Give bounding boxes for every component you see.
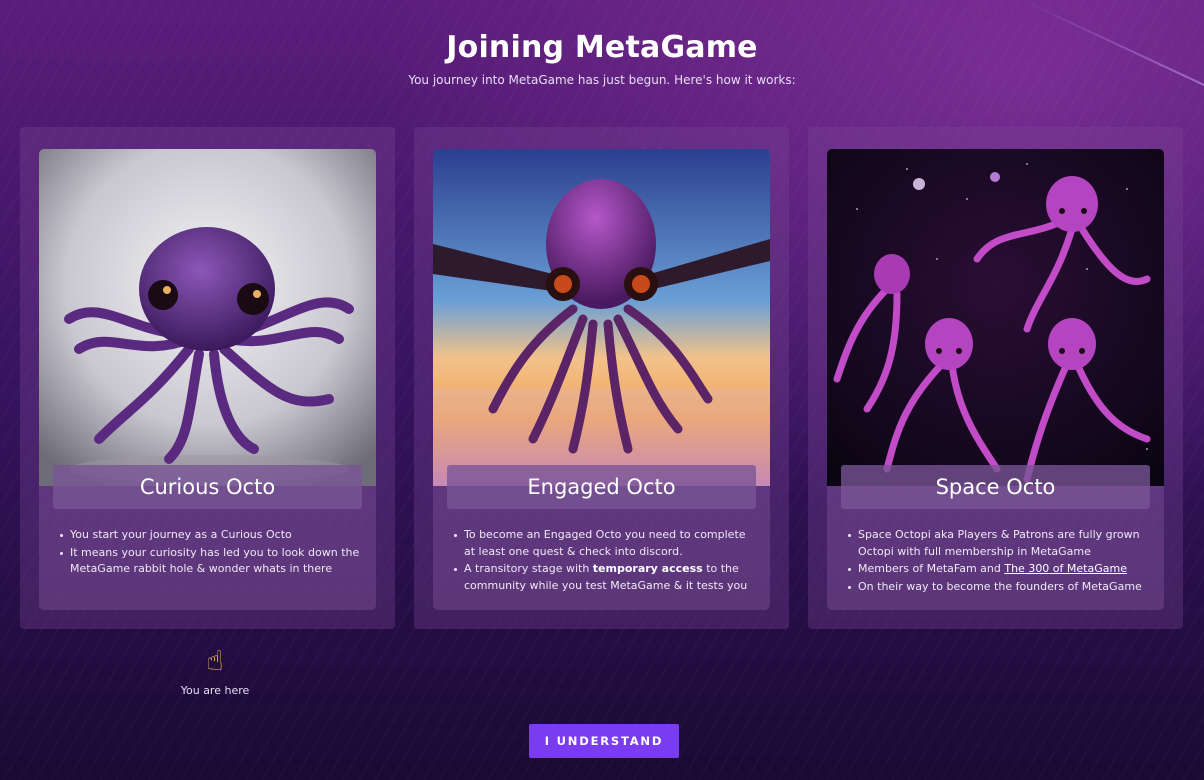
you-are-here-marker: ☝ You are here — [150, 644, 280, 697]
list-item: On their way to become the founders of M… — [848, 579, 1153, 596]
bullet-text: Members of MetaFam and — [858, 562, 1005, 575]
curious-octo-image — [39, 149, 376, 486]
list-item: Space Octopi aka Players & Patrons are f… — [848, 527, 1153, 560]
list-item: To become an Engaged Octo you need to co… — [454, 527, 759, 560]
you-are-here-label: You are here — [180, 684, 250, 697]
list-item: You start your journey as a Curious Octo — [60, 527, 365, 544]
space-octo-image — [827, 149, 1164, 486]
pointing-up-hand-icon: ☝ — [206, 644, 224, 677]
list-item: A transitory stage with temporary access… — [454, 561, 759, 594]
card-inner: Engaged Octo To become an Engaged Octo y… — [433, 149, 770, 610]
card-title: Space Octo — [841, 465, 1150, 509]
card-engaged-octo: Engaged Octo To become an Engaged Octo y… — [414, 127, 789, 629]
card-inner: Curious Octo You start your journey as a… — [39, 149, 376, 610]
list-item: Members of MetaFam and The 300 of MetaGa… — [848, 561, 1153, 578]
card-title: Curious Octo — [53, 465, 362, 509]
card-bullets: Space Octopi aka Players & Patrons are f… — [848, 527, 1153, 596]
i-understand-button[interactable]: I UNDERSTAND — [529, 724, 679, 758]
page-subtitle: You journey into MetaGame has just begun… — [408, 73, 796, 87]
card-space-octo: Space Octo Space Octopi aka Players & Pa… — [808, 127, 1183, 629]
list-item: It means your curiosity has led you to l… — [60, 545, 365, 578]
card-bullets: You start your journey as a Curious Octo… — [60, 527, 365, 579]
temporary-access-emphasis: temporary access — [592, 562, 703, 575]
card-bullets: To become an Engaged Octo you need to co… — [454, 527, 759, 595]
bullet-text: A transitory stage with — [464, 562, 593, 575]
card-inner: Space Octo Space Octopi aka Players & Pa… — [827, 149, 1164, 610]
page-title: Joining MetaGame — [446, 30, 758, 65]
the-300-link[interactable]: The 300 of MetaGame — [1004, 562, 1127, 575]
card-title: Engaged Octo — [447, 465, 756, 509]
card-curious-octo: Curious Octo You start your journey as a… — [20, 127, 395, 629]
engaged-octo-image — [433, 149, 770, 486]
